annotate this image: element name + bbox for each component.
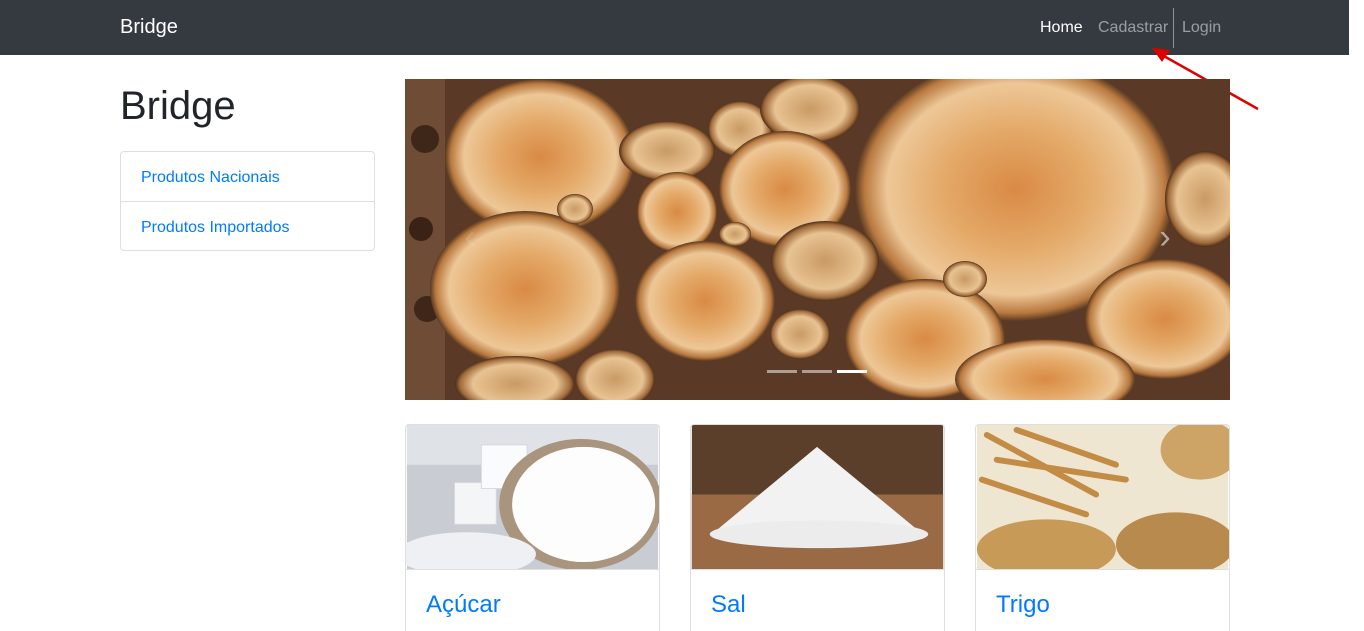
product-card-trigo: Trigo bbox=[975, 424, 1230, 631]
nav-link-login[interactable]: Login bbox=[1182, 19, 1221, 37]
nav-link-cadastrar[interactable]: Cadastrar bbox=[1098, 19, 1168, 37]
product-title-acucar[interactable]: Açúcar bbox=[426, 591, 501, 619]
carousel-indicator-active[interactable] bbox=[837, 370, 867, 373]
carousel: ‹ › bbox=[405, 79, 1230, 400]
product-title-trigo[interactable]: Trigo bbox=[996, 591, 1050, 619]
carousel-indicators bbox=[767, 370, 867, 373]
carousel-indicator[interactable] bbox=[767, 370, 797, 373]
carousel-indicator[interactable] bbox=[802, 370, 832, 373]
wheat-image bbox=[976, 425, 1229, 570]
product-card-sal: Sal bbox=[690, 424, 945, 631]
navbar-brand[interactable]: Bridge bbox=[120, 16, 178, 39]
product-title-sal[interactable]: Sal bbox=[711, 591, 746, 619]
list-item-produtos-importados[interactable]: Produtos Importados bbox=[121, 201, 374, 250]
sugar-image bbox=[406, 425, 659, 570]
product-card-acucar: Açúcar bbox=[405, 424, 660, 631]
salt-image bbox=[691, 425, 944, 570]
carousel-slide-image bbox=[405, 79, 1230, 400]
category-list: Produtos Nacionais Produtos Importados bbox=[120, 151, 375, 251]
list-item-produtos-nacionais[interactable]: Produtos Nacionais bbox=[121, 152, 374, 201]
carousel-prev-button[interactable]: ‹ bbox=[450, 217, 490, 257]
carousel-next-button[interactable]: › bbox=[1145, 217, 1185, 257]
nav-link-home[interactable]: Home bbox=[1040, 19, 1083, 37]
page-title: Bridge bbox=[120, 84, 236, 128]
